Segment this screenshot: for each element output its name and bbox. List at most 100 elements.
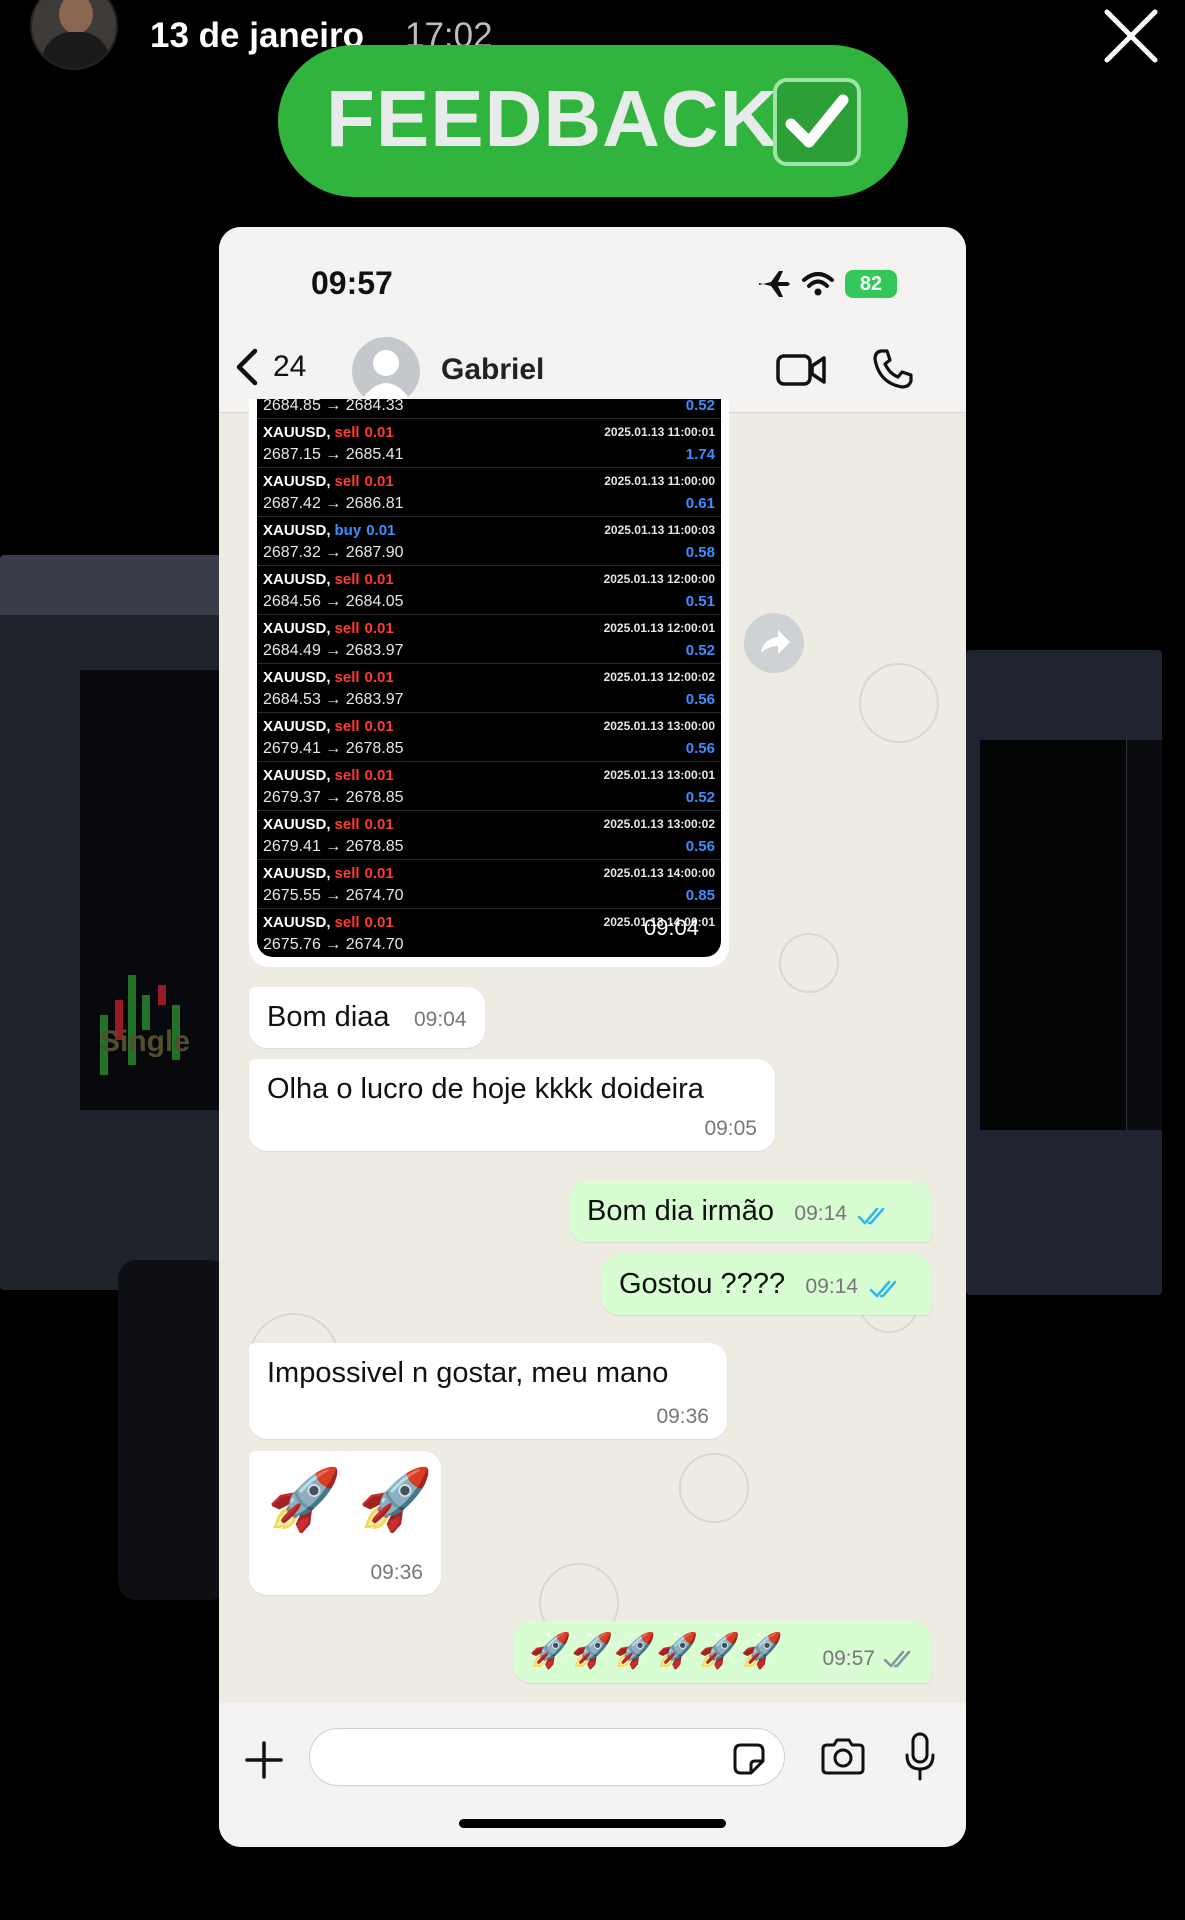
whatsapp-screenshot: 09:57 82 24 Gabriel 2684.85 → 2684.33 0.… [219, 227, 966, 1847]
camera-button[interactable] [819, 1737, 867, 1782]
trade-profit: 0.51 [685, 593, 715, 610]
trade-prices: 2675.76 → 2674.70 [263, 936, 404, 953]
background-monitor-left: Single [0, 555, 225, 1290]
unread-count: 24 [273, 350, 307, 383]
contact-name[interactable]: Gabriel [441, 353, 544, 387]
trade-row: XAUUSD, sell 0.01 2025.01.13 12:00:02 2684.5… [257, 664, 721, 713]
trade-symbol: XAUUSD, sell 0.01 [263, 669, 394, 686]
trade-row: XAUUSD, buy 0.01 2025.01.13 11:00:03 2687.32… [257, 517, 721, 566]
message-text: Olha o lucro de hoje kkkk doideira [267, 1073, 704, 1105]
trade-prices: 2684.85 → 2684.33 [263, 399, 404, 414]
background-monitor-right [966, 650, 1162, 1295]
rocket-emoji: 🚀 🚀 [267, 1466, 434, 1533]
close-button[interactable] [1101, 6, 1161, 66]
delivered-ticks-icon [883, 1650, 911, 1668]
trade-symbol: XAUUSD, sell 0.01 [263, 914, 394, 931]
voice-call-button[interactable] [871, 347, 915, 396]
incoming-emoji-message[interactable]: 🚀 🚀 09:36 [249, 1451, 441, 1595]
trade-profit: 0.52 [685, 399, 715, 414]
outgoing-message[interactable]: Gostou ???? 09:14 [601, 1254, 931, 1315]
trade-row: 2684.85 → 2684.33 0.52 [257, 399, 721, 419]
trade-profit: 0.56 [685, 740, 715, 757]
status-bar: 09:57 82 [219, 227, 966, 327]
microphone-button[interactable] [903, 1731, 937, 1788]
message-time: 09:14 [794, 1202, 847, 1225]
trade-date: 2025.01.13 11:00:03 [604, 523, 715, 537]
trade-side: sell [334, 816, 360, 833]
message-text: Bom diaa [267, 1001, 390, 1033]
read-ticks-icon [869, 1280, 896, 1298]
trade-date: 2025.01.13 11:00:00 [604, 474, 715, 488]
back-button[interactable]: 24 [233, 345, 306, 389]
trade-row: XAUUSD, sell 0.01 2025.01.13 11:00:01 2687.1… [257, 419, 721, 468]
rocket-emoji: 🚀🚀🚀🚀🚀🚀 [529, 1632, 784, 1670]
trade-profit: 0.52 [685, 642, 715, 659]
trade-symbol: XAUUSD, sell 0.01 [263, 571, 394, 588]
feedback-banner: FEEDBACK [278, 45, 908, 197]
message-time: 09:36 [370, 1561, 423, 1584]
trade-side: sell [334, 669, 360, 686]
trade-side: sell [334, 571, 360, 588]
message-input[interactable] [309, 1728, 785, 1786]
trade-volume: 0.01 [364, 571, 394, 588]
chat-area[interactable]: 2684.85 → 2684.33 0.52 XAUUSD, sell 0.01 2025… [219, 399, 966, 1703]
background-toolbar [0, 555, 225, 615]
trade-prices: 2675.55 → 2674.70 [263, 887, 404, 904]
trade-row: XAUUSD, sell 0.01 2025.01.13 13:00:00 2679.4… [257, 713, 721, 762]
trade-row: XAUUSD, sell 0.01 2025.01.13 14:00:00 2675.5… [257, 860, 721, 909]
trade-row: XAUUSD, sell 0.01 2025.01.13 12:00:00 2684.5… [257, 566, 721, 615]
close-icon [1104, 9, 1158, 63]
trade-side: sell [334, 620, 360, 637]
attach-button[interactable] [243, 1739, 285, 1786]
trade-prices: 2687.32 → 2687.90 [263, 544, 404, 561]
wifi-icon [802, 272, 834, 296]
trade-prices: 2684.53 → 2683.97 [263, 691, 404, 708]
trade-date: 2025.01.13 13:00:01 [603, 768, 715, 782]
message-time: 09:14 [805, 1275, 859, 1298]
home-indicator [459, 1819, 726, 1828]
trade-profit: 0.56 [685, 838, 715, 855]
forward-button[interactable] [744, 613, 804, 673]
default-avatar-icon [362, 350, 410, 399]
trade-history-screenshot[interactable]: 2684.85 → 2684.33 0.52 XAUUSD, sell 0.01 2025… [257, 399, 721, 957]
message-text: Bom dia irmão [587, 1195, 774, 1227]
trade-date: 2025.01.13 13:00:00 [603, 719, 715, 733]
incoming-message[interactable]: Olha o lucro de hoje kkkk doideira 09:05 [249, 1059, 775, 1151]
trade-profit: 0.85 [685, 887, 715, 904]
outgoing-emoji-message[interactable]: 🚀🚀🚀🚀🚀🚀 09:57 [513, 1621, 931, 1683]
background-chart-axis [1126, 740, 1162, 1130]
trade-prices: 2679.41 → 2678.85 [263, 740, 404, 757]
outgoing-message[interactable]: Bom dia irmão 09:14 [569, 1181, 931, 1242]
video-call-button[interactable] [775, 352, 827, 393]
background-chart-label: Single [100, 1025, 191, 1058]
trade-side: sell [334, 865, 360, 882]
trade-symbol: XAUUSD, buy 0.01 [263, 522, 396, 539]
incoming-message[interactable]: Bom diaa 09:04 [249, 987, 485, 1048]
message-text: Impossivel n gostar, meu mano [267, 1357, 669, 1389]
trade-profit: 1.74 [685, 446, 715, 463]
contact-avatar[interactable] [352, 337, 420, 405]
trade-volume: 0.01 [364, 767, 394, 784]
trade-symbol: XAUUSD, sell 0.01 [263, 424, 394, 441]
sticker-button[interactable] [729, 1739, 769, 1784]
trade-prices: 2679.41 → 2678.85 [263, 838, 404, 855]
trade-row: XAUUSD, sell 0.01 2025.01.13 13:00:01 2679.3… [257, 762, 721, 811]
video-camera-icon [776, 354, 826, 386]
forward-arrow-icon [761, 630, 790, 654]
trade-prices: 2687.15 → 2685.41 [263, 446, 404, 463]
trade-row: XAUUSD, sell 0.01 2025.01.13 12:00:01 2684.4… [257, 615, 721, 664]
camera-icon [821, 1738, 865, 1775]
trade-date: 2025.01.13 12:00:01 [603, 621, 715, 635]
trade-date: 2025.01.13 12:00:02 [603, 670, 715, 684]
image-message[interactable]: 2684.85 → 2684.33 0.52 XAUUSD, sell 0.01 2025… [249, 399, 729, 967]
background-device [118, 1260, 228, 1600]
incoming-message[interactable]: Impossivel n gostar, meu mano 09:36 [249, 1343, 727, 1439]
trade-side: sell [334, 473, 360, 490]
trade-symbol: XAUUSD, sell 0.01 [263, 816, 394, 833]
trade-symbol: XAUUSD, sell 0.01 [263, 620, 394, 637]
trade-volume: 0.01 [364, 865, 394, 882]
trade-symbol: XAUUSD, sell 0.01 [263, 767, 394, 784]
trade-prices: 2687.42 → 2686.81 [263, 495, 404, 512]
story-avatar[interactable] [30, 0, 118, 70]
trade-side: sell [334, 914, 360, 931]
